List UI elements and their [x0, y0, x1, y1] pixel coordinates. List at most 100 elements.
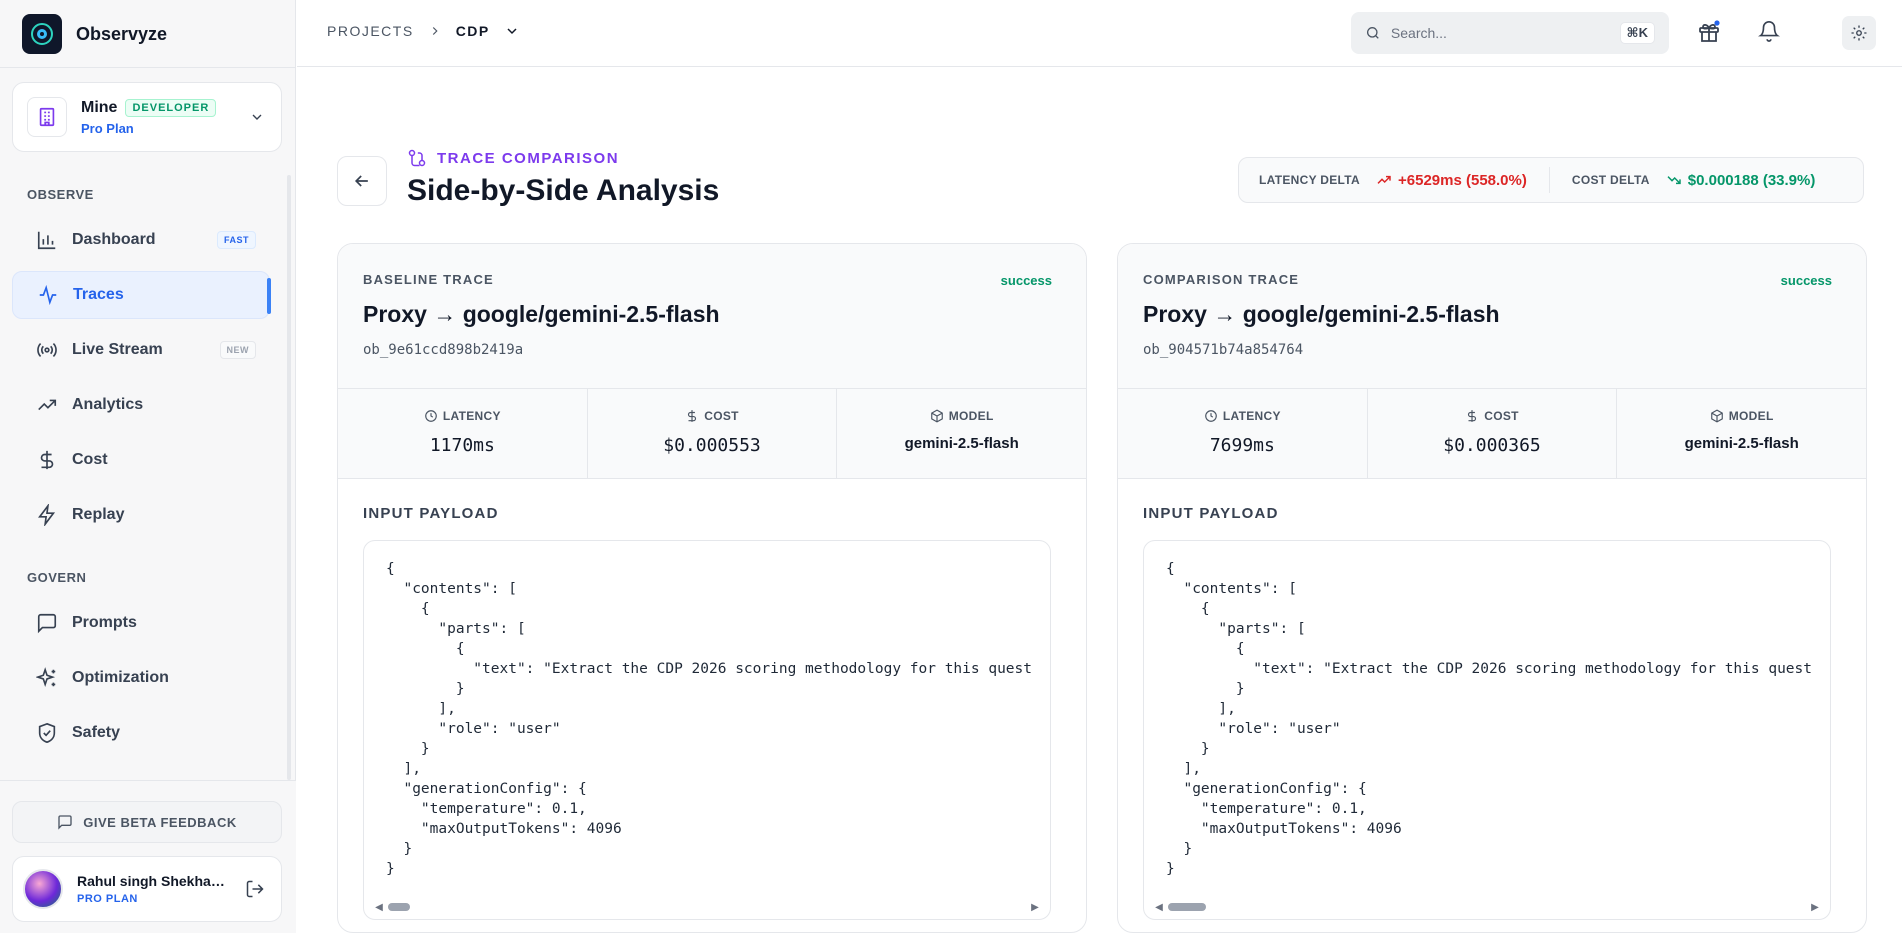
fast-badge: FAST	[216, 231, 256, 249]
sidebar-item-dashboard[interactable]: Dashboard FAST	[12, 216, 270, 264]
search-input[interactable]	[1390, 25, 1610, 41]
scroll-right-icon[interactable]: ▶	[1808, 902, 1822, 913]
scroll-left-icon[interactable]: ◀	[372, 902, 386, 913]
clock-icon	[425, 410, 437, 422]
trending-down-icon	[1667, 176, 1681, 185]
zap-icon	[38, 504, 56, 526]
logout-icon[interactable]	[245, 879, 265, 899]
clock-icon	[1205, 410, 1217, 422]
sidebar-item-label: Dashboard	[72, 231, 156, 248]
sidebar-item-optimization[interactable]: Optimization	[12, 654, 270, 702]
box-icon	[930, 409, 943, 423]
model-metric: MODEL gemini-2.5-flash	[904, 409, 1019, 452]
sidebar-footer: GIVE BETA FEEDBACK Rahul singh Shekhawat…	[0, 780, 296, 933]
gift-icon[interactable]	[1697, 20, 1721, 44]
chevron-down-icon	[252, 114, 262, 120]
settings-button[interactable]	[1842, 16, 1876, 50]
payload-label: INPUT PAYLOAD	[363, 505, 499, 522]
latency-metric: LATENCY 7699ms	[1118, 389, 1368, 478]
trace-id: ob_904571b74a854764	[1143, 342, 1304, 358]
sidebar-item-label: Analytics	[72, 396, 144, 413]
chevron-down-icon[interactable]	[504, 23, 520, 39]
git-compare-icon	[408, 149, 426, 167]
sidebar-scrollbar[interactable]	[287, 175, 291, 780]
horizontal-scrollbar[interactable]: ◀ ▶	[372, 901, 1042, 913]
latency-metric: LATENCY 1170ms	[338, 389, 588, 478]
scroll-left-icon[interactable]: ◀	[1152, 902, 1166, 913]
back-button[interactable]	[337, 156, 387, 206]
divider	[0, 67, 296, 68]
sidebar-item-safety[interactable]: Safety	[12, 709, 270, 757]
sidebar-item-label: Cost	[72, 451, 108, 468]
trace-kicker: COMPARISON TRACE	[1143, 272, 1300, 287]
scroll-right-icon[interactable]: ▶	[1028, 902, 1042, 913]
workspace-switcher[interactable]: Mine DEVELOPER Pro Plan	[12, 82, 282, 152]
beta-feedback-button[interactable]: GIVE BETA FEEDBACK	[12, 801, 282, 843]
breadcrumb-projects[interactable]: PROJECTS	[327, 23, 414, 39]
sidebar-item-prompts[interactable]: Prompts	[12, 599, 270, 647]
sidebar-item-cost[interactable]: Cost	[12, 436, 270, 484]
scroll-thumb[interactable]	[388, 903, 410, 911]
cost-metric: COST $0.000365	[1368, 389, 1618, 478]
latency-delta-label: LATENCY DELTA	[1259, 173, 1361, 187]
activity-icon	[39, 284, 57, 306]
page-title: Side-by-Side Analysis	[407, 174, 720, 207]
sidebar-item-analytics[interactable]: Analytics	[12, 381, 270, 429]
sidebar-item-traces[interactable]: Traces	[12, 271, 271, 319]
latency-value: 7699ms	[1209, 435, 1275, 456]
search-bar[interactable]: ⌘K	[1351, 12, 1669, 54]
scroll-thumb[interactable]	[1168, 903, 1206, 911]
brand-logo-icon	[22, 14, 62, 54]
sidebar-item-label: Traces	[73, 286, 124, 303]
horizontal-scrollbar[interactable]: ◀ ▶	[1152, 901, 1822, 913]
brand[interactable]: Observyze	[22, 14, 167, 54]
page-eyebrow: TRACE COMPARISON	[407, 148, 619, 168]
arrow-left-icon	[354, 175, 368, 187]
sidebar-item-label: Replay	[72, 506, 125, 523]
sidebar-item-replay[interactable]: Replay	[12, 491, 270, 539]
workspace-role-badge: DEVELOPER	[125, 98, 217, 117]
sidebar-item-live-stream[interactable]: Live Stream NEW	[12, 326, 270, 374]
main-content: TRACE COMPARISON Side-by-Side Analysis L…	[297, 68, 1902, 933]
user-plan: PRO PLAN	[77, 893, 138, 905]
breadcrumb: PROJECTS CDP	[327, 23, 520, 39]
trending-up-icon	[1377, 175, 1391, 184]
cost-value: $0.000365	[1443, 435, 1541, 456]
dollar-icon	[1468, 410, 1477, 422]
delta-summary: LATENCY DELTA +6529ms (558.0%) COST DELT…	[1238, 157, 1864, 203]
cost-metric: COST $0.000553	[588, 389, 838, 478]
nav-section-observe: OBSERVE	[27, 187, 94, 202]
eyebrow-label: TRACE COMPARISON	[437, 149, 620, 167]
workspace-name: Mine	[81, 98, 118, 116]
trace-metrics: LATENCY 7699ms COST $0.000365 MODEL gemi…	[1118, 389, 1866, 479]
payload-code-block[interactable]: { "contents": [ { "parts": [ { "text": "…	[363, 540, 1051, 920]
bell-icon[interactable]	[1758, 20, 1780, 42]
breadcrumb-current-project[interactable]: CDP	[456, 23, 490, 39]
feedback-label: GIVE BETA FEEDBACK	[83, 814, 237, 830]
search-shortcut: ⌘K	[1619, 22, 1655, 44]
payload-code-block[interactable]: { "contents": [ { "parts": [ { "text": "…	[1143, 540, 1831, 920]
sidebar: Observyze Mine DEVELOPER Pro Plan OBSERVE…	[0, 0, 296, 933]
trace-title: Proxy → google/gemini-2.5-flash	[363, 301, 720, 327]
topbar: PROJECTS CDP ⌘K	[297, 0, 1902, 67]
user-card[interactable]: Rahul singh Shekhawat PRO PLAN	[12, 856, 282, 922]
sidebar-item-label: Safety	[72, 724, 121, 741]
shield-check-icon	[38, 722, 56, 744]
radio-icon	[37, 343, 57, 357]
latency-delta-value: +6529ms (558.0%)	[1376, 172, 1527, 189]
building-icon	[27, 97, 67, 137]
divider	[1548, 167, 1550, 193]
trace-id: ob_9e61ccd898b2419a	[363, 342, 524, 358]
status-badge: success	[1000, 273, 1052, 288]
sidebar-item-label: Prompts	[72, 614, 137, 631]
gear-icon	[1851, 25, 1867, 41]
message-icon	[58, 815, 72, 830]
message-square-icon	[37, 613, 57, 634]
sidebar-item-label: Optimization	[72, 669, 169, 686]
workspace-plan: Pro Plan	[81, 120, 134, 136]
trace-title: Proxy → google/gemini-2.5-flash	[1143, 301, 1500, 327]
sidebar-item-label: Live Stream	[72, 341, 163, 358]
payload-label: INPUT PAYLOAD	[1143, 505, 1279, 522]
sparkles-icon	[36, 667, 56, 688]
model-value: gemini-2.5-flash	[904, 435, 1019, 452]
